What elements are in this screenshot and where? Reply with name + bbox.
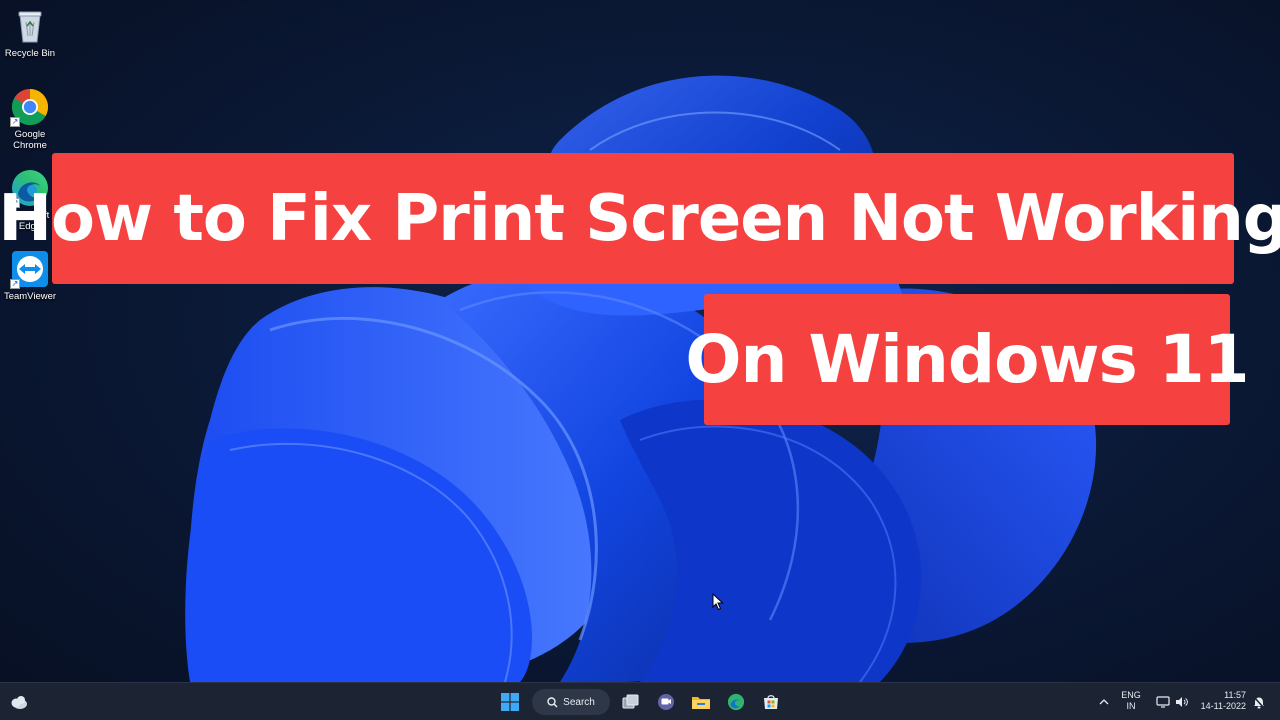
weather-widget[interactable] xyxy=(6,688,32,716)
shortcut-arrow-icon: ↗ xyxy=(10,117,20,127)
store-icon xyxy=(764,695,778,709)
notifications-button[interactable] xyxy=(1250,688,1268,716)
desktop-icon-teamviewer[interactable]: ↗ TeamViewer xyxy=(3,249,57,302)
title-banner-line-2: On Windows 11 xyxy=(685,294,1250,425)
file-explorer-icon xyxy=(692,697,710,709)
teams-chat-icon xyxy=(658,694,674,710)
region-code: IN xyxy=(1126,701,1136,711)
edge-icon xyxy=(727,693,745,711)
store-button[interactable] xyxy=(758,688,784,716)
desktop-icon-label: Recycle Bin xyxy=(4,48,56,59)
clock-time: 11:57 xyxy=(1224,690,1246,700)
taskbar-search-button[interactable]: Search xyxy=(532,689,610,715)
teams-chat-button[interactable] xyxy=(653,688,679,716)
chrome-icon: ↗ xyxy=(10,87,50,127)
language-indicator[interactable]: ENG IN xyxy=(1117,690,1145,712)
network-icon xyxy=(1155,696,1170,708)
file-explorer-button[interactable] xyxy=(688,688,714,716)
task-view-button[interactable] xyxy=(618,688,644,716)
start-icon xyxy=(501,693,519,711)
desktop-icon-label: TeamViewer xyxy=(3,291,57,302)
desktop-icon-google-chrome[interactable]: ↗ Google Chrome xyxy=(3,87,57,151)
desktop: Recycle Bin ↗ Google Chrome ↗ Microsoft … xyxy=(0,0,1280,720)
taskbar: Search ENG IN 11:57 14-11-2022 xyxy=(0,682,1280,720)
edge-taskbar-button[interactable] xyxy=(723,688,749,716)
shortcut-arrow-icon: ↗ xyxy=(10,279,20,289)
notification-bell-icon xyxy=(1253,695,1265,709)
quick-settings-button[interactable] xyxy=(1152,688,1192,716)
recycle-bin-icon xyxy=(10,6,50,46)
search-label: Search xyxy=(563,696,595,708)
title-line-1: How to Fix Print Screen Not Working xyxy=(0,181,1280,256)
task-view-icon xyxy=(622,694,639,709)
chevron-up-icon xyxy=(1099,699,1109,705)
title-banner-line-1: How to Fix Print Screen Not Working xyxy=(0,153,1280,284)
clock-date: 14-11-2022 xyxy=(1200,701,1246,711)
mouse-cursor-icon xyxy=(712,593,724,611)
desktop-icon-recycle-bin[interactable]: Recycle Bin xyxy=(3,6,57,59)
language-code: ENG xyxy=(1121,690,1141,700)
search-icon xyxy=(547,696,558,708)
start-button[interactable] xyxy=(496,688,524,716)
weather-cloud-icon xyxy=(11,696,27,709)
title-line-2: On Windows 11 xyxy=(685,321,1249,398)
clock[interactable]: 11:57 14-11-2022 xyxy=(1196,690,1246,712)
show-hidden-icons-button[interactable] xyxy=(1096,688,1112,716)
volume-icon xyxy=(1175,697,1188,707)
desktop-icon-label: Google Chrome xyxy=(13,129,47,151)
